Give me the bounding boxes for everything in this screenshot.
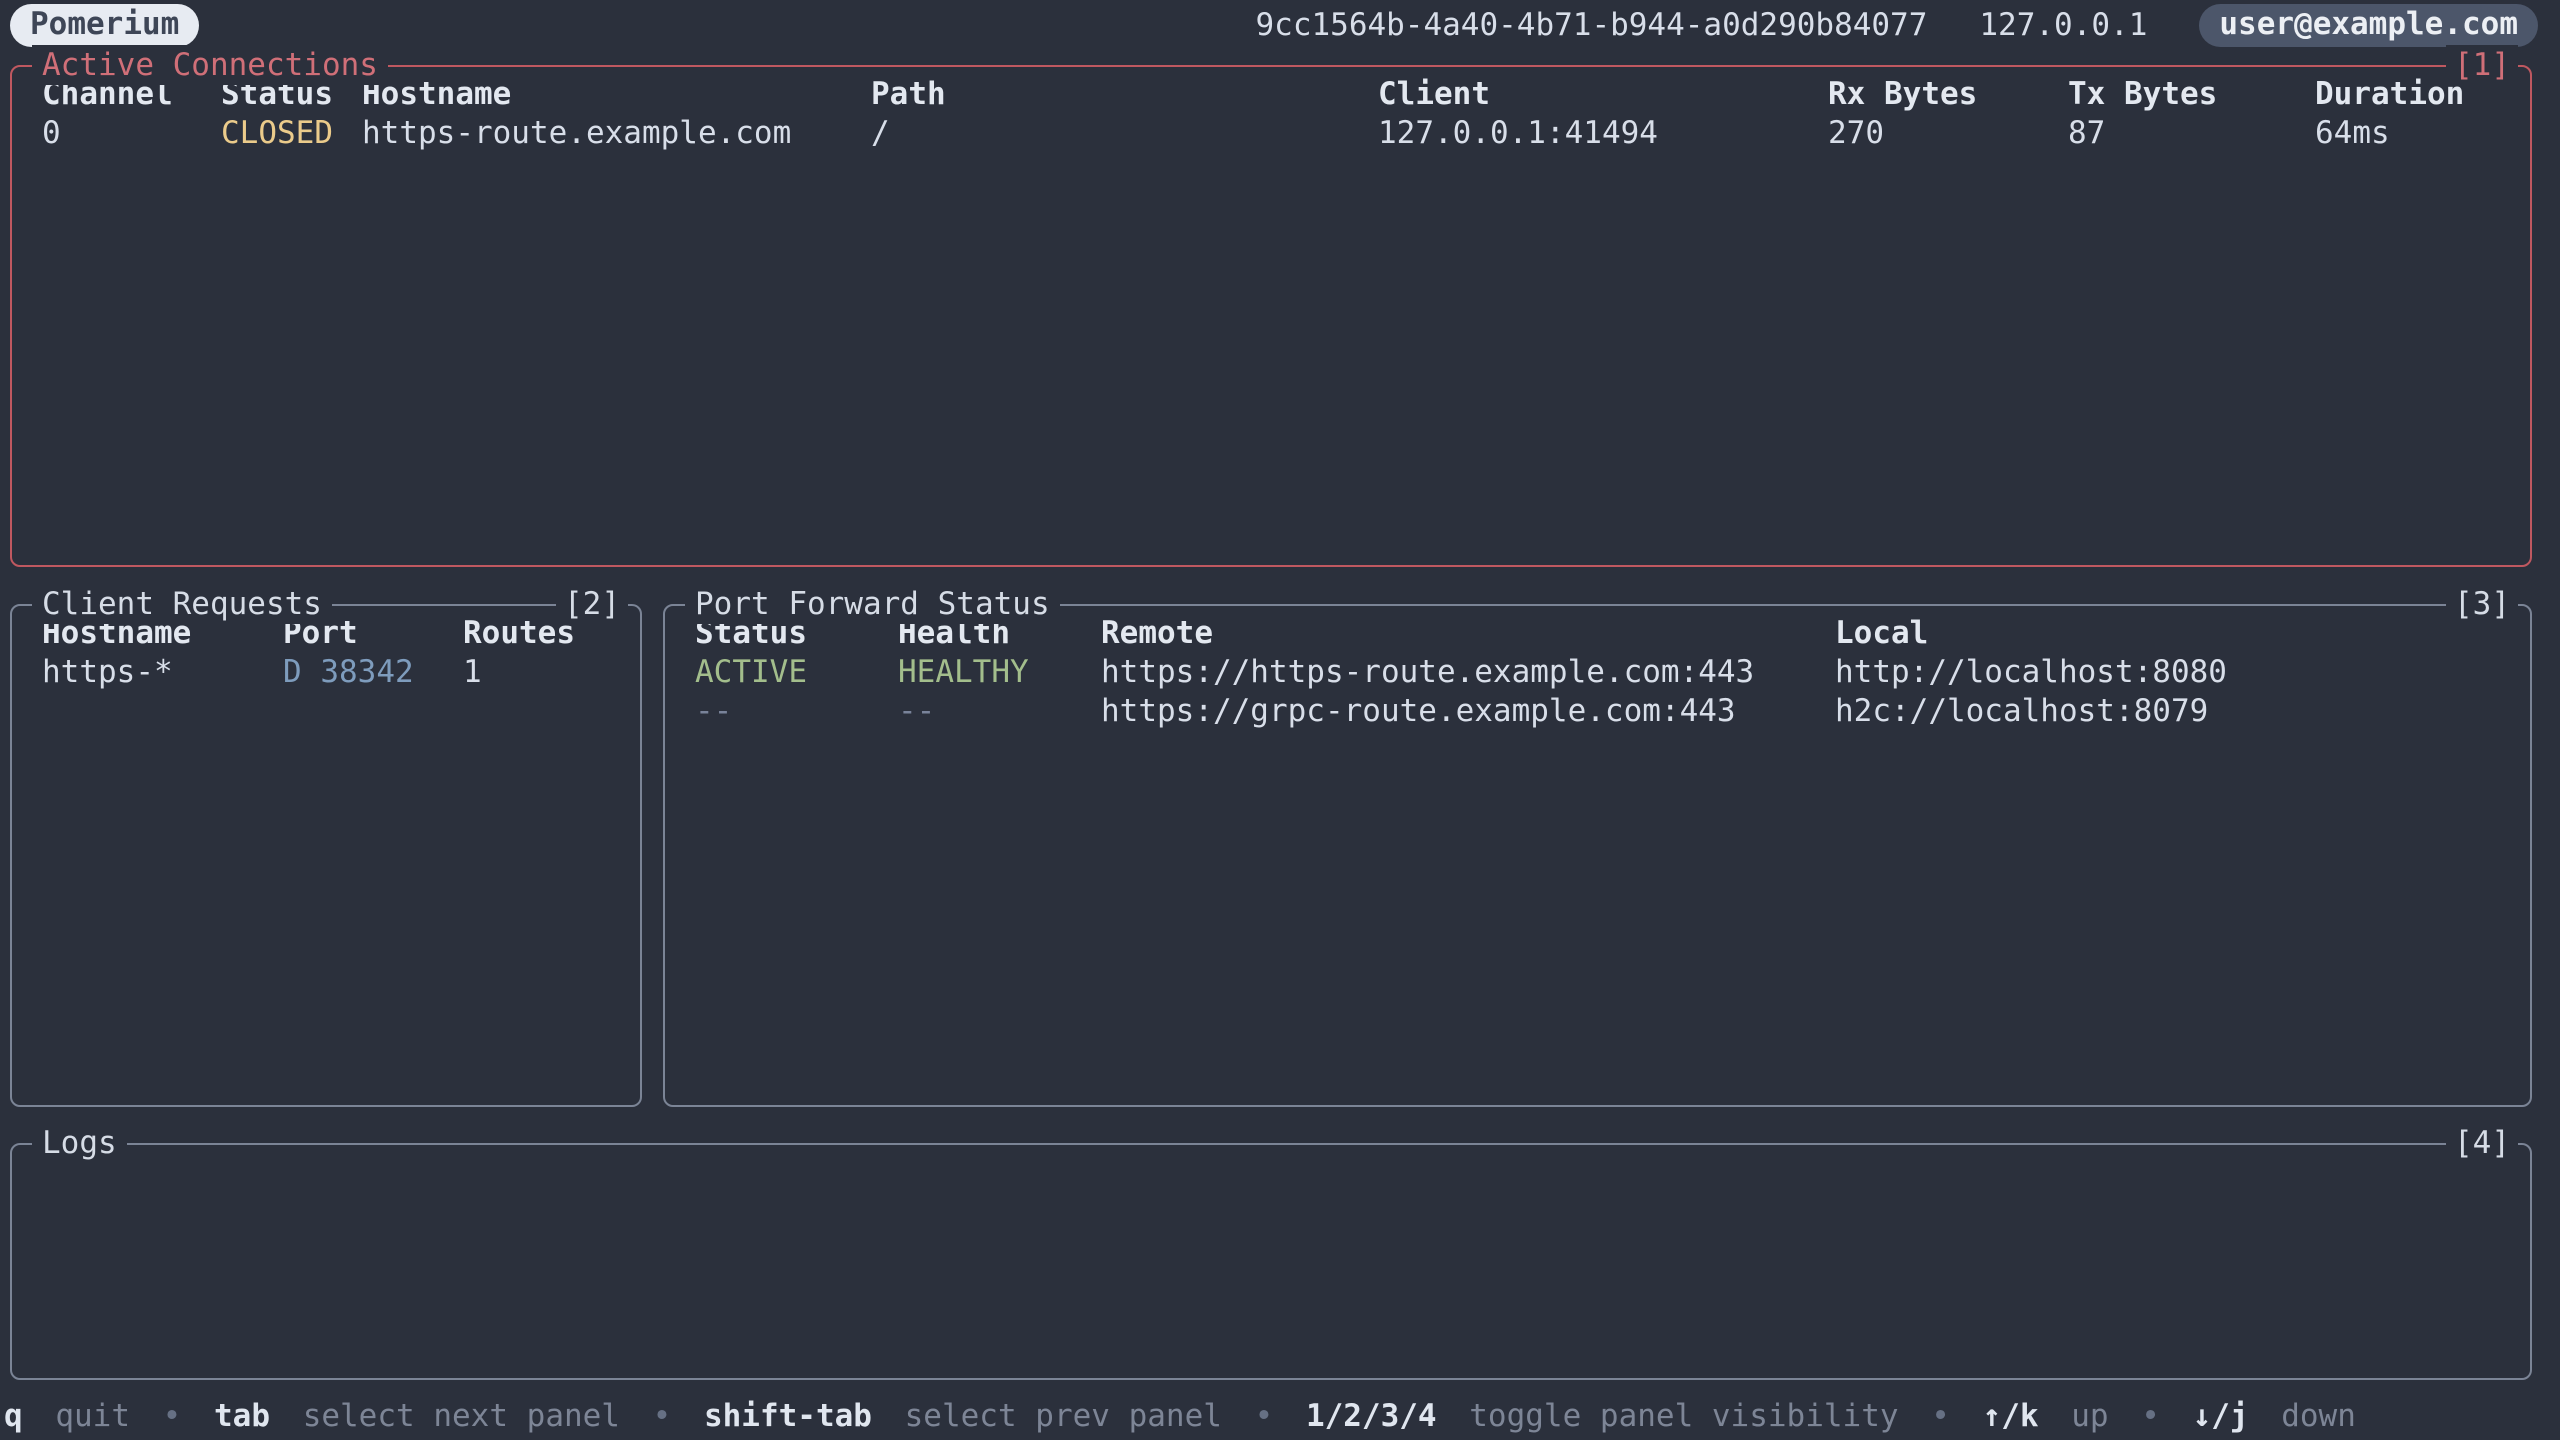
cell-tx-bytes: 87 bbox=[2068, 114, 2315, 153]
separator-dot: • bbox=[653, 1398, 672, 1434]
column-header-client: Client bbox=[1378, 75, 1828, 114]
cell-rx-bytes: 270 bbox=[1828, 114, 2068, 153]
shortcut-key-next-panel: tab bbox=[214, 1398, 270, 1434]
shortcut-key-prev-panel: shift-tab bbox=[704, 1398, 872, 1434]
cell-routes: 1 bbox=[463, 653, 482, 692]
panel-title-port-forward-status: Port Forward Status bbox=[685, 584, 1060, 624]
shortcut-desc-quit: quit bbox=[55, 1398, 130, 1434]
column-header-hostname: Hostname bbox=[362, 75, 871, 114]
host-ip: 127.0.0.1 bbox=[1979, 7, 2147, 43]
active-connections-header-row: Channel Status Hostname Path Client Rx B… bbox=[42, 75, 2530, 114]
separator-dot: • bbox=[1255, 1398, 1274, 1434]
panel-index-1: [1] bbox=[2446, 45, 2518, 85]
cell-hostname: https-route.example.com bbox=[362, 114, 871, 153]
cell-local: h2c://localhost:8079 bbox=[1835, 692, 2208, 731]
cell-hostname: https-* bbox=[42, 653, 283, 692]
shortcut-key-toggle-panels: 1/2/3/4 bbox=[1306, 1398, 1437, 1434]
cell-status: -- bbox=[695, 692, 898, 731]
shortcut-key-quit: q bbox=[4, 1398, 23, 1434]
shortcut-desc-next-panel: select next panel bbox=[303, 1398, 620, 1434]
active-connections-table: Channel Status Hostname Path Client Rx B… bbox=[12, 67, 2530, 153]
top-bar-right: 9cc1564b-4a40-4b71-b944-a0d290b84077 127… bbox=[1256, 4, 2539, 47]
column-header-tx-bytes: Tx Bytes bbox=[2068, 75, 2315, 114]
top-bar: Pomerium 9cc1564b-4a40-4b71-b944-a0d290b… bbox=[0, 0, 2560, 48]
cell-remote: https://grpc-route.example.com:443 bbox=[1101, 692, 1835, 731]
column-header-path: Path bbox=[871, 75, 1378, 114]
panel-title-client-requests: Client Requests bbox=[32, 584, 332, 624]
separator-dot: • bbox=[1931, 1398, 1950, 1434]
panel-index-4: [4] bbox=[2446, 1123, 2518, 1163]
session-id: 9cc1564b-4a40-4b71-b944-a0d290b84077 bbox=[1256, 7, 1928, 43]
column-header-local: Local bbox=[1835, 614, 1928, 653]
panel-port-forward-status[interactable]: Port Forward Status [3] Status Health Re… bbox=[663, 604, 2532, 1107]
shortcut-desc-toggle-panels: toggle panel visibility bbox=[1469, 1398, 1898, 1434]
column-header-duration: Duration bbox=[2315, 75, 2464, 114]
panel-index-2: [2] bbox=[556, 584, 628, 624]
cell-channel: 0 bbox=[42, 114, 221, 153]
separator-dot: • bbox=[163, 1398, 182, 1434]
cell-local: http://localhost:8080 bbox=[1835, 653, 2227, 692]
table-row[interactable]: https-* D 38342 1 bbox=[42, 653, 640, 692]
middle-panel-row: Client Requests [2] Hostname Port Routes… bbox=[10, 604, 2532, 1107]
table-row[interactable]: -- -- https://grpc-route.example.com:443… bbox=[695, 692, 2530, 731]
cell-path: / bbox=[871, 114, 1378, 153]
panel-active-connections[interactable]: Active Connections [1] Channel Status Ho… bbox=[10, 65, 2532, 567]
cell-port: D 38342 bbox=[283, 653, 463, 692]
panel-title-logs: Logs bbox=[32, 1123, 127, 1163]
panel-client-requests[interactable]: Client Requests [2] Hostname Port Routes… bbox=[10, 604, 642, 1107]
shortcut-help-bar: q quit • tab select next panel • shift-t… bbox=[0, 1396, 2560, 1436]
cell-status: CLOSED bbox=[221, 114, 362, 153]
table-row[interactable]: ACTIVE HEALTHY https://https-route.examp… bbox=[695, 653, 2530, 692]
cell-remote: https://https-route.example.com:443 bbox=[1101, 653, 1835, 692]
logs-content bbox=[12, 1145, 2530, 1153]
shortcut-key-up: ↑/k bbox=[1983, 1398, 2039, 1434]
shortcut-desc-down: down bbox=[2281, 1398, 2356, 1434]
column-header-rx-bytes: Rx Bytes bbox=[1828, 75, 2068, 114]
panel-title-active-connections: Active Connections bbox=[32, 45, 388, 85]
brand-badge: Pomerium bbox=[10, 4, 199, 47]
cell-health: HEALTHY bbox=[898, 653, 1101, 692]
shortcut-key-down: ↓/j bbox=[2193, 1398, 2249, 1434]
port-forward-table: Status Health Remote Local ACTIVE HEALTH… bbox=[665, 606, 2530, 731]
shortcut-desc-prev-panel: select prev panel bbox=[905, 1398, 1222, 1434]
cell-health: -- bbox=[898, 692, 1101, 731]
table-row[interactable]: 0 CLOSED https-route.example.com / 127.0… bbox=[42, 114, 2530, 153]
separator-dot: • bbox=[2141, 1398, 2160, 1434]
cell-duration: 64ms bbox=[2315, 114, 2390, 153]
cell-status: ACTIVE bbox=[695, 653, 898, 692]
panel-index-3: [3] bbox=[2446, 584, 2518, 624]
cell-client: 127.0.0.1:41494 bbox=[1378, 114, 1828, 153]
panel-logs[interactable]: Logs [4] bbox=[10, 1143, 2532, 1380]
column-header-remote: Remote bbox=[1101, 614, 1835, 653]
user-badge: user@example.com bbox=[2199, 4, 2538, 47]
shortcut-desc-up: up bbox=[2071, 1398, 2108, 1434]
